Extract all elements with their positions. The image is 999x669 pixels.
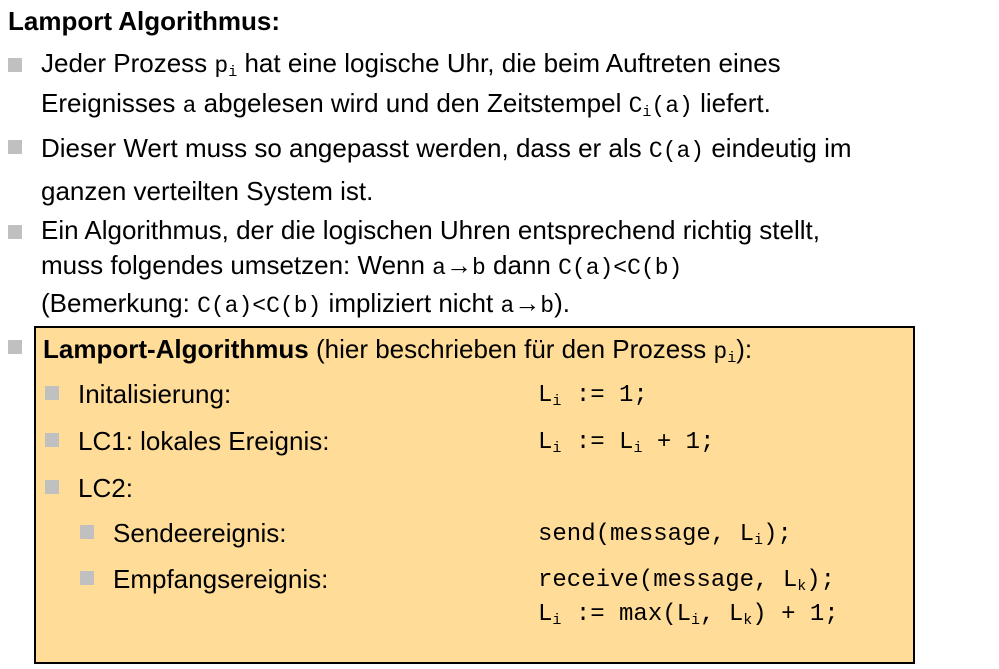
bullet-marker (8, 340, 22, 354)
text: hat eine logische Uhr, die beim Auftrete… (237, 48, 781, 78)
arrow-symbol: → (445, 250, 472, 280)
code-var: a (500, 293, 515, 319)
page-title: Lamport Algorithmus: (8, 6, 281, 36)
code-var: p (713, 339, 728, 365)
text: Ein Algorithmus, der die logischen Uhren… (41, 215, 820, 245)
code-initialisierung: Li := 1; (538, 382, 648, 410)
code-receive: receive(message, Lk); (538, 567, 836, 595)
code-var: b (540, 293, 555, 319)
text: LC1: lokales Ereignis: (78, 426, 330, 456)
text: impliziert nicht (321, 288, 501, 318)
text: Sendeereignis: (113, 518, 287, 548)
code-var: (a) (651, 93, 693, 119)
item-empfangsereignis: Empfangsereignis: (113, 562, 328, 596)
code-send: send(message, Li); (538, 521, 792, 549)
code-max: Li := max(Li, Lk) + 1; (538, 601, 839, 629)
algorithm-box: Lamport-Algorithmus (hier beschrieben fü… (34, 326, 915, 664)
code-subscript: i (727, 350, 737, 367)
code-var: b (471, 255, 486, 281)
text: abgelesen wird und den Zeitstempel (196, 88, 629, 118)
code-var: C(a)<C(b) (197, 293, 322, 319)
text: liefert. (692, 88, 771, 118)
code-var: a (182, 93, 197, 119)
box-heading-bold: Lamport-Algorithmus (43, 334, 309, 364)
code-var: a (432, 255, 446, 281)
text: Initalisierung: (78, 379, 232, 409)
bullet-marker (45, 480, 59, 494)
text: Ereignisses (41, 88, 183, 118)
arrow-symbol: → (514, 288, 541, 318)
text: (Bemerkung: (41, 288, 198, 318)
bullet-marker (80, 525, 94, 539)
item-lc1: LC1: lokales Ereignis: (78, 424, 329, 458)
bullet-marker (80, 571, 94, 585)
text: Empfangsereignis: (113, 564, 329, 594)
code-subscript: i (228, 64, 238, 81)
code-var: C(a)<C(b) (558, 255, 683, 281)
bullet-item-1: Jeder Prozess pi hat eine logische Uhr, … (41, 45, 781, 125)
bullet-marker (8, 140, 22, 154)
bullet-marker (45, 386, 59, 400)
item-sendeereignis: Sendeereignis: (113, 516, 286, 550)
text: eindeutig im (704, 133, 852, 163)
text: ): (736, 334, 753, 364)
text: ganzen verteilten System ist. (41, 176, 374, 206)
code-lc1: Li := Li + 1; (538, 429, 715, 457)
code-var: p (214, 53, 229, 79)
text: LC2: (78, 473, 133, 503)
text: ). (554, 288, 570, 318)
text: Dieser Wert muss so angepasst werden, da… (41, 133, 649, 163)
code-var: C (628, 93, 643, 119)
bullet-marker (45, 433, 59, 447)
text: dann (485, 250, 559, 280)
item-initialisierung: Initalisierung: (78, 377, 231, 411)
code-var: C(a) (648, 138, 705, 164)
bullet-marker (8, 58, 22, 72)
text: Jeder Prozess (41, 48, 215, 78)
bullet-item-2: Dieser Wert muss so angepasst werden, da… (41, 128, 852, 211)
text: muss folgendes umsetzen: Wenn (41, 250, 433, 280)
bullet-marker (8, 225, 22, 239)
bullet-item-3: Ein Algorithmus, der die logischen Uhren… (41, 213, 820, 324)
text: (hier beschrieben für den Prozess (308, 334, 714, 364)
box-heading: Lamport-Algorithmus (hier beschrieben fü… (43, 332, 752, 369)
item-lc2: LC2: (78, 471, 133, 505)
